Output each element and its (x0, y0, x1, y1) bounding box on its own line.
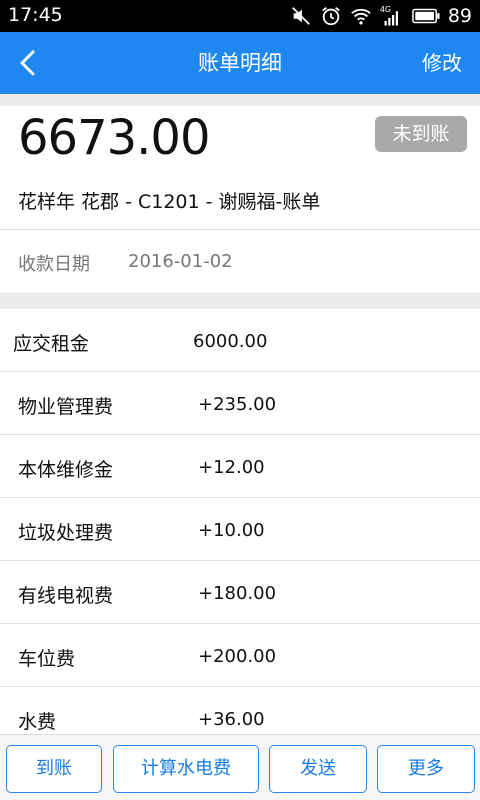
fee-row-maintenance-fund: 本体维修金 +12.00 (0, 435, 480, 498)
network-badge: 4G (380, 5, 404, 27)
fee-value: +10.00 (198, 520, 265, 541)
fee-value: +36.00 (198, 709, 265, 730)
fee-value: 6000.00 (193, 331, 268, 352)
received-button[interactable]: 到账 (6, 745, 102, 793)
signal-icon (384, 11, 398, 26)
status-time: 17:45 (8, 4, 63, 26)
fee-label: 本体维修金 (18, 459, 114, 481)
fee-label: 车位费 (18, 648, 76, 670)
fee-label: 水费 (18, 711, 57, 733)
mute-icon (291, 7, 310, 25)
chevron-left-icon (20, 50, 35, 76)
fee-value: +12.00 (198, 457, 265, 478)
fee-row-parking: 车位费 +200.00 (0, 624, 480, 687)
date-label: 收款日期 (18, 254, 90, 275)
fee-label: 应交租金 (13, 333, 90, 355)
battery-icon (411, 8, 440, 24)
alarm-icon (322, 7, 340, 26)
status-bar: 17:45 4G 89 (0, 0, 480, 32)
status-icons: 4G 89 (290, 3, 472, 29)
bottom-action-bar: 到账 计算水电费 发送 更多 (0, 734, 480, 800)
section-gap (0, 293, 480, 309)
battery-level: 89 (447, 5, 472, 27)
wifi-icon (351, 8, 371, 25)
header-bar: 账单明细 修改 (0, 32, 480, 94)
total-amount: 6673.00 (18, 110, 210, 166)
page-title: 账单明细 (198, 51, 282, 75)
fee-list: 应交租金 6000.00 物业管理费 +235.00 本体维修金 +12.00 … (0, 309, 480, 750)
send-button[interactable]: 发送 (269, 745, 367, 793)
status-badge: 未到账 (375, 116, 467, 152)
calc-utilities-button[interactable]: 计算水电费 (113, 745, 259, 793)
bill-name: 花样年 花郡 - C1201 - 谢赐福-账单 (18, 191, 321, 213)
fee-label: 物业管理费 (18, 396, 114, 418)
fee-label: 垃圾处理费 (18, 522, 114, 544)
fee-value: +235.00 (198, 394, 277, 415)
date-value: 2016-01-02 (128, 251, 233, 272)
fee-value: +180.00 (198, 583, 277, 604)
back-button[interactable] (12, 46, 46, 80)
more-button[interactable]: 更多 (377, 745, 475, 793)
fee-value: +200.00 (198, 646, 277, 667)
fee-row-rent: 应交租金 6000.00 (0, 309, 480, 372)
fee-row-property-management: 物业管理费 +235.00 (0, 372, 480, 435)
edit-button[interactable]: 修改 (422, 32, 462, 94)
divider (0, 229, 480, 230)
section-gap (0, 94, 480, 106)
fee-row-cable-tv: 有线电视费 +180.00 (0, 561, 480, 624)
fee-label: 有线电视费 (18, 585, 114, 607)
fee-row-garbage: 垃圾处理费 +10.00 (0, 498, 480, 561)
